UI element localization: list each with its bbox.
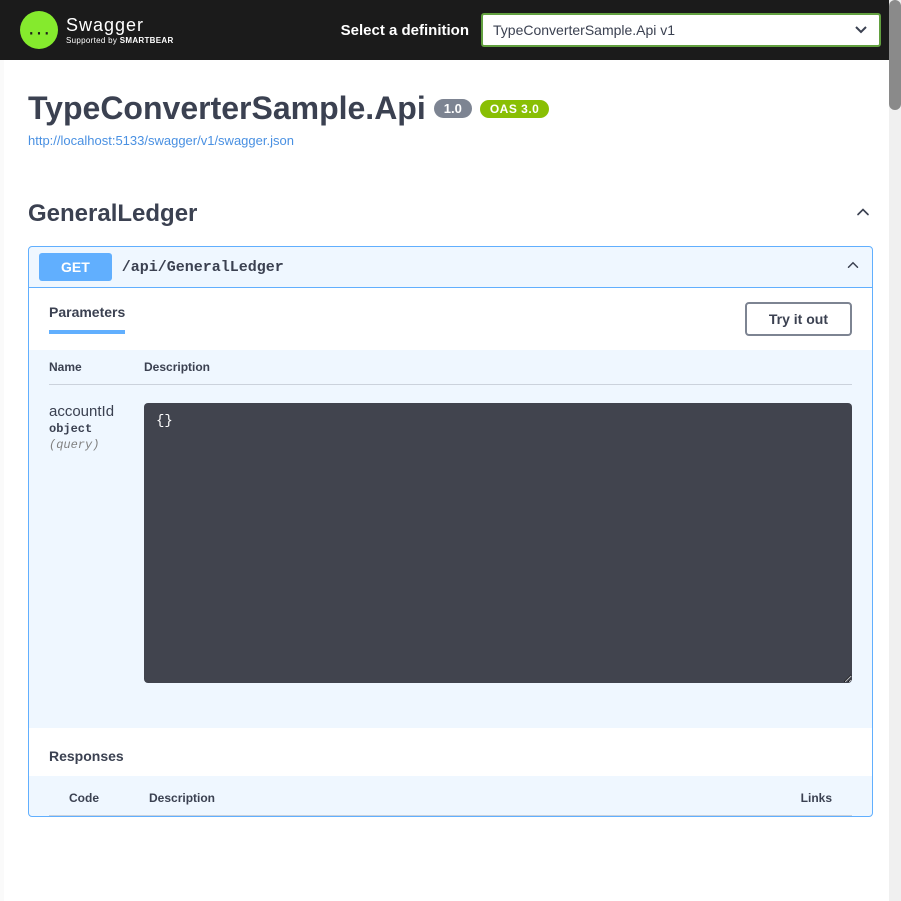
swagger-logo[interactable]: {...} Swagger Supported by SMARTBEAR [20, 11, 174, 49]
parameters-tab[interactable]: Parameters [49, 304, 125, 334]
swagger-json-link[interactable]: http://localhost:5133/swagger/v1/swagger… [28, 133, 294, 148]
operation-block: GET /api/GeneralLedger Parameters Try it… [28, 246, 873, 817]
logo-subtitle: Supported by SMARTBEAR [66, 36, 174, 45]
svg-text:{...}: {...} [28, 24, 50, 39]
oas-badge: OAS 3.0 [480, 100, 550, 118]
tag-header[interactable]: GeneralLedger [28, 200, 873, 228]
response-header-description: Description [149, 791, 215, 805]
method-badge-get: GET [39, 253, 112, 281]
logo-title: Swagger [66, 15, 174, 36]
scrollbar-track[interactable] [889, 0, 901, 901]
version-badge: 1.0 [434, 99, 472, 118]
main-content: TypeConverterSample.Api 1.0 OAS 3.0 http… [4, 60, 897, 901]
param-type: object [49, 422, 144, 436]
chevron-up-icon [844, 256, 862, 279]
param-location: (query) [49, 438, 144, 452]
param-value-input[interactable]: {} [144, 403, 852, 683]
responses-label: Responses [49, 748, 124, 764]
try-it-out-button[interactable]: Try it out [745, 302, 852, 336]
parameter-row: accountId object (query) {} [49, 385, 852, 688]
param-header-name: Name [49, 360, 144, 374]
param-header-description: Description [144, 360, 210, 374]
api-title: TypeConverterSample.Api [28, 90, 426, 127]
response-header-code: Code [69, 791, 149, 805]
swagger-logo-icon: {...} [20, 11, 58, 49]
operation-path: /api/GeneralLedger [122, 259, 284, 276]
response-header-links: Links [801, 791, 832, 805]
scrollbar-thumb[interactable] [889, 0, 901, 110]
topbar: {...} Swagger Supported by SMARTBEAR Sel… [0, 0, 901, 60]
param-name: accountId [49, 403, 144, 420]
definition-select[interactable]: TypeConverterSample.Api v1 [481, 13, 881, 47]
chevron-up-icon [853, 202, 873, 227]
definition-select-label: Select a definition [341, 22, 469, 39]
api-title-row: TypeConverterSample.Api 1.0 OAS 3.0 [28, 90, 873, 127]
operation-header[interactable]: GET /api/GeneralLedger [29, 247, 872, 287]
tag-name: GeneralLedger [28, 200, 197, 228]
